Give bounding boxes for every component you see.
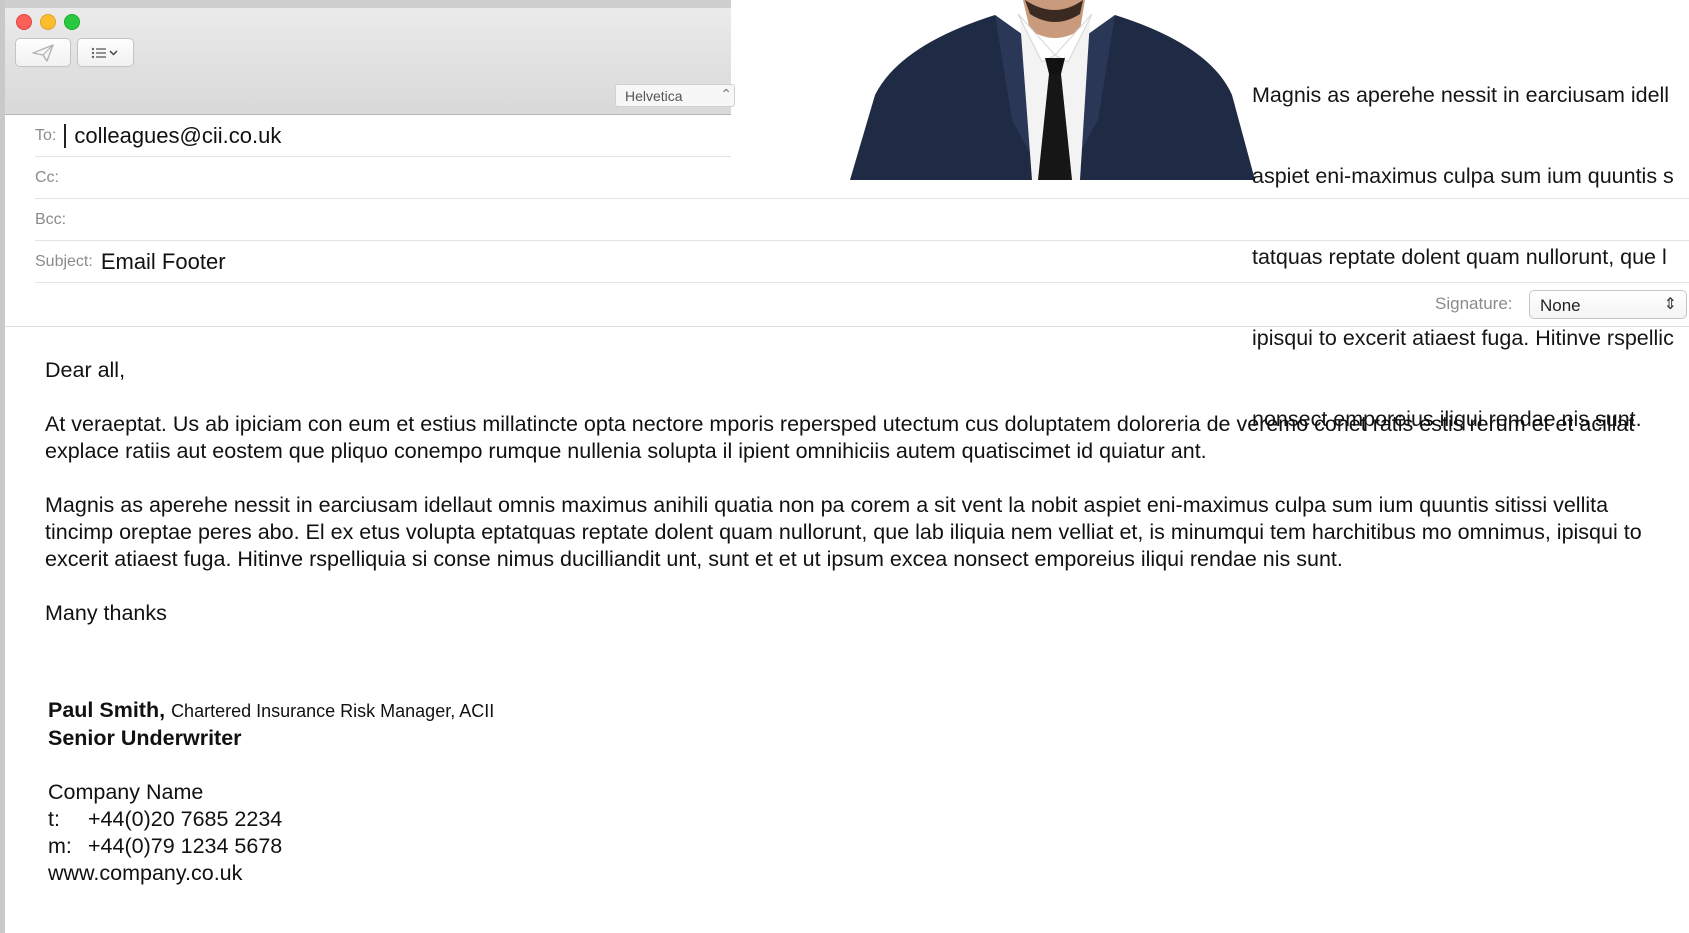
signature-name-line: Paul Smith, Chartered Insurance Risk Man… [48, 697, 494, 725]
paper-plane-icon [32, 43, 54, 62]
greeting-text: Dear all, [45, 358, 126, 382]
to-label: To: [35, 126, 57, 144]
signature-label: Signature: [1435, 294, 1513, 313]
closing-text: Many thanks [45, 601, 167, 625]
chevron-updown-icon: ⇕ [1663, 296, 1677, 313]
compose-window: Helvetica ⌃ To: colleagues@cii.co.uk Cc:… [0, 0, 1689, 933]
signature-select-value: None [1540, 296, 1581, 315]
chevron-updown-icon: ⌃ [720, 86, 732, 102]
signature-phone-line: t: +44(0)20 7685 2234 [48, 806, 494, 833]
text-cursor [64, 123, 67, 148]
body-paragraph-1: At veraeptat. Us ab ipiciam con eum et e… [45, 412, 1635, 463]
cc-field-row[interactable]: Cc: [35, 157, 1689, 199]
signature-mobile-line: m: +44(0)79 1234 5678 [48, 833, 494, 860]
format-menu-button[interactable] [77, 38, 134, 67]
signature-company: Company Name [48, 780, 204, 804]
to-input[interactable]: colleagues@cii.co.uk [74, 123, 281, 149]
signature-spacer [48, 752, 494, 779]
font-family-select[interactable]: Helvetica ⌃ [615, 84, 735, 107]
bcc-field-row[interactable]: Bcc: [35, 199, 1689, 241]
message-body[interactable]: Dear all, At veraeptat. Us ab ipiciam co… [45, 357, 1665, 654]
bcc-label: Bcc: [35, 210, 67, 228]
signature-job-title: Senior Underwriter [48, 726, 242, 750]
zoom-window-button[interactable] [64, 14, 80, 30]
subject-field-row[interactable]: Subject: Email Footer [35, 241, 1689, 283]
signature-credentials: Chartered Insurance Risk Manager, ACII [171, 701, 495, 721]
subject-input[interactable]: Email Footer [101, 249, 226, 275]
list-icon [91, 47, 118, 58]
signature-name: Paul Smith, [48, 698, 166, 722]
phone-number: +44(0)20 7685 2234 [88, 807, 283, 831]
signature-row: Signature: None ⇕ [5, 283, 1689, 327]
title-bar [5, 0, 731, 8]
subject-label: Subject: [35, 252, 93, 270]
phone-label: t: [48, 807, 60, 831]
body-paragraph-2: Magnis as aperehe nessit in earciusam id… [45, 493, 1642, 571]
compose-toolbar: Helvetica ⌃ [5, 0, 735, 115]
window-border [0, 0, 5, 933]
email-signature: Paul Smith, Chartered Insurance Risk Man… [48, 697, 494, 887]
mobile-label: m: [48, 834, 72, 858]
cc-label: Cc: [35, 168, 59, 186]
font-family-value: Helvetica [625, 88, 683, 104]
signature-website: www.company.co.uk [48, 861, 243, 885]
close-window-button[interactable] [16, 14, 32, 30]
mobile-number: +44(0)79 1234 5678 [88, 834, 283, 858]
minimize-window-button[interactable] [40, 14, 56, 30]
send-button[interactable] [15, 38, 71, 67]
signature-select[interactable]: None ⇕ [1529, 290, 1687, 319]
to-field-row[interactable]: To: colleagues@cii.co.uk [35, 115, 731, 157]
